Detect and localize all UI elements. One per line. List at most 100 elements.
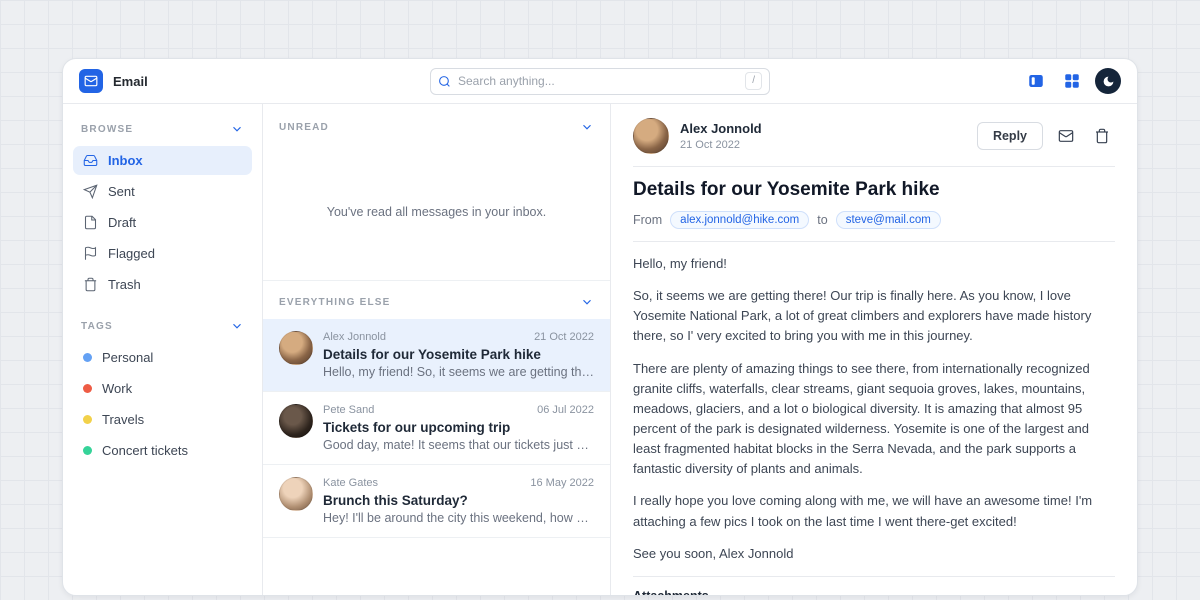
body-paragraph: There are plenty of amazing things to se… xyxy=(633,359,1115,480)
body-paragraph: So, it seems we are getting there! Our t… xyxy=(633,286,1115,346)
tag-color-dot xyxy=(83,353,92,362)
send-icon xyxy=(83,184,98,199)
sidebar-item-sent[interactable]: Sent xyxy=(73,177,252,206)
sidebar-item-draft[interactable]: Draft xyxy=(73,208,252,237)
reader-sender-block: Alex Jonnold 21 Oct 2022 xyxy=(680,121,762,151)
body-paragraph: See you soon, Alex Jonnold xyxy=(633,544,1115,564)
folder-label: Inbox xyxy=(108,153,143,168)
folder-list: Inbox Sent Draft Flagged Trash xyxy=(73,146,252,299)
email-logo xyxy=(79,69,103,93)
email-item-body: Alex Jonnold 21 Oct 2022 Details for our… xyxy=(323,331,594,379)
email-date: 16 May 2022 xyxy=(530,477,594,489)
email-item-body: Kate Gates 16 May 2022 Brunch this Satur… xyxy=(323,477,594,525)
email-sender: Pete Sand xyxy=(323,404,374,416)
search-box[interactable]: / xyxy=(430,68,770,95)
tag-color-dot xyxy=(83,446,92,455)
to-email-pill[interactable]: steve@mail.com xyxy=(836,211,941,229)
browse-label: Browse xyxy=(81,124,133,135)
sidebar-item-trash[interactable]: Trash xyxy=(73,270,252,299)
browse-section-header[interactable]: Browse xyxy=(73,116,252,142)
search-shortcut-badge: / xyxy=(745,72,762,90)
search-icon xyxy=(438,75,451,88)
email-list-item[interactable]: Kate Gates 16 May 2022 Brunch this Satur… xyxy=(263,465,610,538)
tag-label: Work xyxy=(102,381,132,396)
email-subject: Details for our Yosemite Park hike xyxy=(323,347,594,362)
mail-list-panel: Unread You've read all messages in your … xyxy=(263,104,611,595)
email-preview: Hey! I'll be around the city this weeken… xyxy=(323,511,594,525)
avatar xyxy=(633,118,669,154)
divider xyxy=(633,576,1115,577)
body-paragraph: I really hope you love coming along with… xyxy=(633,491,1115,531)
tag-item-travels[interactable]: Travels xyxy=(73,405,252,434)
from-email-pill[interactable]: alex.jonnold@hike.com xyxy=(670,211,809,229)
tag-label: Concert tickets xyxy=(102,443,188,458)
mark-unread-button[interactable] xyxy=(1053,123,1079,149)
email-sender: Kate Gates xyxy=(323,477,378,489)
tag-item-work[interactable]: Work xyxy=(73,374,252,403)
top-bar: Email / xyxy=(63,59,1137,104)
email-preview: Good day, mate! It seems that our ticket… xyxy=(323,438,594,452)
chevron-down-icon xyxy=(230,122,244,136)
tag-list: Personal Work Travels Concert tickets xyxy=(73,343,252,465)
folder-label: Flagged xyxy=(108,246,155,261)
app-title: Email xyxy=(113,74,148,89)
tag-color-dot xyxy=(83,415,92,424)
email-item-body: Pete Sand 06 Jul 2022 Tickets for our up… xyxy=(323,404,594,452)
reader-from-row: From alex.jonnold@hike.com to steve@mail… xyxy=(633,211,1115,229)
tag-label: Personal xyxy=(102,350,153,365)
tag-item-personal[interactable]: Personal xyxy=(73,343,252,372)
tags-section-header[interactable]: Tags xyxy=(73,313,252,339)
everything-else-label: Everything else xyxy=(279,297,391,308)
avatar xyxy=(279,404,313,438)
chevron-down-icon xyxy=(230,319,244,333)
grid-view-button[interactable] xyxy=(1059,68,1085,94)
unread-section-header[interactable]: Unread xyxy=(263,104,610,144)
avatar xyxy=(279,477,313,511)
reader-header: Alex Jonnold 21 Oct 2022 Reply xyxy=(633,118,1115,154)
chevron-down-icon xyxy=(580,120,594,134)
body-paragraph: Hello, my friend! xyxy=(633,254,1115,274)
draft-icon xyxy=(83,215,98,230)
trash-icon xyxy=(83,277,98,292)
attachments-label: Attachments xyxy=(633,589,1115,595)
tag-item-concert-tickets[interactable]: Concert tickets xyxy=(73,436,252,465)
reader-actions: Reply xyxy=(977,122,1115,150)
email-date: 06 Jul 2022 xyxy=(537,404,594,416)
envelope-icon xyxy=(84,74,98,88)
divider xyxy=(633,241,1115,242)
search-input[interactable] xyxy=(458,74,738,88)
email-body: Hello, my friend! So, it seems we are ge… xyxy=(633,254,1115,564)
email-date: 21 Oct 2022 xyxy=(534,331,594,343)
delete-button[interactable] xyxy=(1089,123,1115,149)
folder-label: Draft xyxy=(108,215,136,230)
chevron-down-icon xyxy=(580,295,594,309)
email-sender: Alex Jonnold xyxy=(323,331,386,343)
tag-color-dot xyxy=(83,384,92,393)
reading-pane-button[interactable] xyxy=(1023,68,1049,94)
reader-subject: Details for our Yosemite Park hike xyxy=(633,179,1115,201)
from-label: From xyxy=(633,213,662,227)
trash-icon xyxy=(1094,128,1110,144)
sidebar-item-flagged[interactable]: Flagged xyxy=(73,239,252,268)
email-preview: Hello, my friend! So, it seems we are ge… xyxy=(323,365,594,379)
app-body: Browse Inbox Sent Draft Flagge xyxy=(63,104,1137,595)
unread-label: Unread xyxy=(279,122,329,133)
email-subject: Brunch this Saturday? xyxy=(323,493,594,508)
folder-label: Trash xyxy=(108,277,141,292)
top-actions xyxy=(1023,68,1121,94)
email-reader-panel: Alex Jonnold 21 Oct 2022 Reply Details f… xyxy=(611,104,1137,595)
moon-icon xyxy=(1102,75,1115,88)
folder-label: Sent xyxy=(108,184,135,199)
grid-icon xyxy=(1063,72,1081,90)
sidebar: Browse Inbox Sent Draft Flagge xyxy=(63,104,263,595)
to-label: to xyxy=(817,213,827,227)
sidebar-item-inbox[interactable]: Inbox xyxy=(73,146,252,175)
reply-button[interactable]: Reply xyxy=(977,122,1043,150)
reading-pane-icon xyxy=(1027,72,1045,90)
email-list-item[interactable]: Pete Sand 06 Jul 2022 Tickets for our up… xyxy=(263,392,610,465)
email-list-item[interactable]: Alex Jonnold 21 Oct 2022 Details for our… xyxy=(263,319,610,392)
everything-else-section-header[interactable]: Everything else xyxy=(263,280,610,319)
tag-label: Travels xyxy=(102,412,144,427)
reader-sender-name: Alex Jonnold xyxy=(680,121,762,136)
dark-mode-toggle[interactable] xyxy=(1095,68,1121,94)
